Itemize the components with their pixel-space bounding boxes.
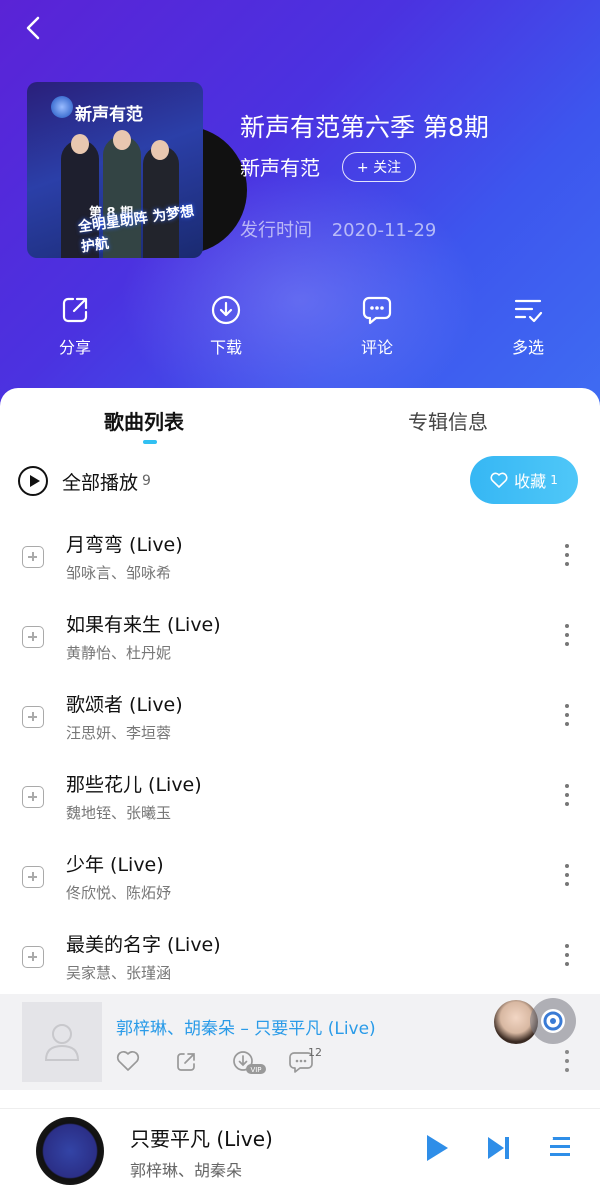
more-options-icon[interactable] bbox=[562, 704, 572, 730]
album-header: 新声有范 第 8 期 全明星助阵 为梦想护航 新声有范第六季 第8期 新声有范 … bbox=[0, 0, 600, 410]
now-playing-artist: 郭梓琳、胡秦朵 bbox=[130, 1161, 243, 1180]
share-button[interactable]: 分享 bbox=[35, 294, 115, 358]
comment-button[interactable]: 评论 bbox=[337, 294, 417, 358]
song-row[interactable]: 少年 (Live) 佟欣悦、陈炻妤 bbox=[0, 840, 600, 920]
release-date: 2020-11-29 bbox=[331, 220, 437, 241]
bottom-player-bar[interactable]: 只要平凡 (Live) 郭梓琳、胡秦朵 bbox=[0, 1108, 600, 1198]
now-playing-disc[interactable] bbox=[36, 1117, 104, 1185]
add-to-playlist-icon[interactable] bbox=[22, 546, 44, 568]
song-thumbnail bbox=[22, 1002, 102, 1082]
heart-icon bbox=[490, 472, 508, 488]
tab-album-info[interactable]: 专辑信息 bbox=[408, 406, 488, 435]
next-button[interactable] bbox=[486, 1133, 512, 1167]
svg-text:VIP: VIP bbox=[250, 1066, 261, 1074]
release-info: 发行时间 2020-11-29 bbox=[240, 216, 450, 242]
collect-button[interactable]: 收藏 1 bbox=[470, 456, 578, 504]
comment-icon bbox=[362, 296, 392, 325]
tab-indicator bbox=[143, 440, 157, 444]
more-options-icon[interactable] bbox=[562, 944, 572, 970]
download-icon bbox=[211, 295, 241, 325]
tab-song-list[interactable]: 歌曲列表 bbox=[104, 406, 184, 435]
multi-select-icon bbox=[514, 299, 543, 323]
song-row[interactable]: 那些花儿 (Live) 魏地铚、张曦玉 bbox=[0, 760, 600, 840]
like-icon[interactable] bbox=[116, 1050, 140, 1076]
song-row[interactable]: 如果有来生 (Live) 黄静怡、杜丹妮 bbox=[0, 600, 600, 680]
more-options-icon[interactable] bbox=[562, 624, 572, 650]
play-all-button[interactable]: 全部播放 9 bbox=[18, 464, 151, 498]
share-icon[interactable] bbox=[174, 1050, 198, 1078]
mini-song-title[interactable]: 郭梓琳、胡秦朵 – 只要平凡 (Live) bbox=[116, 1014, 376, 1039]
floating-assistant-button[interactable] bbox=[530, 998, 576, 1044]
add-to-playlist-icon[interactable] bbox=[22, 786, 44, 808]
multi-select-button[interactable]: 多选 bbox=[488, 294, 568, 358]
add-to-playlist-icon[interactable] bbox=[22, 706, 44, 728]
more-options-icon[interactable] bbox=[562, 784, 572, 810]
play-icon bbox=[427, 1135, 448, 1161]
more-options-icon[interactable] bbox=[565, 1050, 569, 1077]
play-button[interactable] bbox=[424, 1133, 450, 1167]
back-arrow-icon[interactable] bbox=[18, 12, 50, 44]
playlist-button[interactable] bbox=[548, 1133, 572, 1165]
now-playing-title: 只要平凡 (Live) bbox=[130, 1127, 273, 1151]
download-button[interactable]: 下载 bbox=[186, 294, 266, 358]
action-bar: 分享 下载 评论 多选 bbox=[0, 294, 600, 364]
playlist-icon bbox=[549, 1136, 570, 1156]
artist-name[interactable]: 新声有范 bbox=[240, 152, 320, 181]
playing-song-card[interactable]: 郭梓琳、胡秦朵 – 只要平凡 (Live) VIP 12 bbox=[0, 994, 600, 1090]
album-title: 新声有范第六季 第8期 bbox=[240, 113, 489, 142]
user-placeholder-icon bbox=[44, 1024, 80, 1061]
song-row[interactable]: 月弯弯 (Live) 邹咏言、邹咏希 bbox=[0, 520, 600, 600]
next-track-icon bbox=[488, 1137, 509, 1159]
more-options-icon[interactable] bbox=[562, 864, 572, 890]
logo-mark-icon bbox=[51, 96, 73, 118]
comment-count: 12 bbox=[308, 1046, 322, 1059]
release-label: 发行时间 bbox=[240, 220, 312, 241]
play-circle-icon bbox=[18, 466, 48, 496]
song-row[interactable]: 歌颂者 (Live) 汪思妍、李垣蓉 bbox=[0, 680, 600, 760]
share-icon bbox=[62, 297, 88, 323]
add-to-playlist-icon[interactable] bbox=[22, 946, 44, 968]
download-vip-icon[interactable]: VIP bbox=[232, 1050, 270, 1080]
song-count: 9 bbox=[142, 473, 151, 489]
assistant-icon bbox=[541, 1009, 565, 1033]
song-row[interactable]: 最美的名字 (Live) 吴家慧、张瑾涵 bbox=[0, 920, 600, 1000]
cover-logo: 新声有范 bbox=[75, 105, 143, 125]
add-to-playlist-icon[interactable] bbox=[22, 626, 44, 648]
album-cover[interactable]: 新声有范 第 8 期 全明星助阵 为梦想护航 bbox=[27, 82, 247, 262]
more-options-icon[interactable] bbox=[562, 544, 572, 570]
add-to-playlist-icon[interactable] bbox=[22, 866, 44, 888]
cover-art: 新声有范 第 8 期 全明星助阵 为梦想护航 bbox=[27, 82, 203, 258]
follow-button[interactable]: + 关注 bbox=[342, 152, 416, 182]
